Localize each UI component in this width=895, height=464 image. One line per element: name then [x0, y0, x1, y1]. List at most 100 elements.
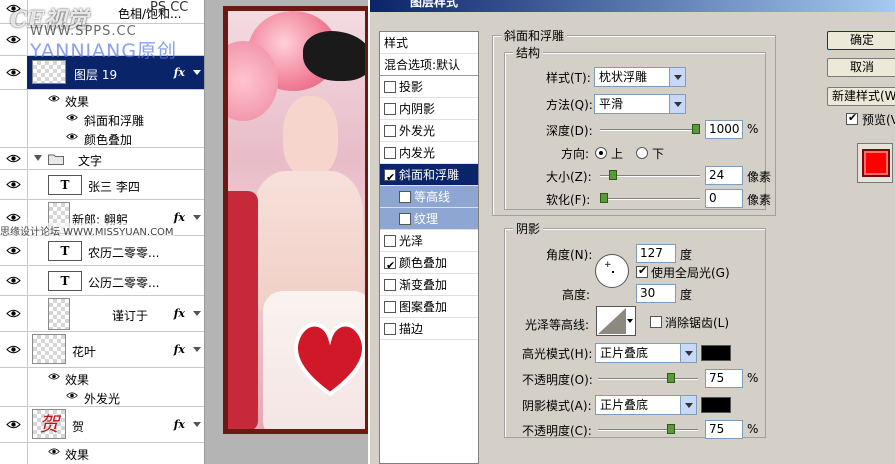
document-canvas[interactable] [205, 0, 370, 464]
expand-arrow-icon[interactable] [193, 70, 201, 75]
technique-select[interactable]: 平滑 [594, 94, 686, 114]
effect-outer-glow-row[interactable]: 外发光 [0, 387, 204, 407]
highlight-color-swatch[interactable] [701, 345, 731, 361]
dropdown-arrow-icon[interactable] [669, 95, 685, 113]
eye-icon[interactable] [66, 132, 78, 141]
eye-icon[interactable] [6, 308, 21, 319]
fx-icon[interactable]: fx [174, 66, 185, 79]
ok-button[interactable]: 确定 [827, 31, 895, 50]
layer-row-invite[interactable]: 谨订于 fx [0, 296, 204, 332]
layer-row-lunar[interactable]: T 农历二零零... [0, 236, 204, 266]
checkbox[interactable] [384, 301, 396, 313]
checkbox-checked[interactable]: ✔ [384, 257, 396, 272]
eye-icon[interactable] [48, 447, 60, 456]
bevel-style-select[interactable]: 枕状浮雕 [594, 67, 686, 87]
expand-arrow-icon[interactable] [193, 347, 201, 352]
direction-down-radio[interactable] [636, 147, 648, 159]
eye-icon[interactable] [6, 67, 21, 78]
size-slider-thumb[interactable] [609, 170, 617, 180]
style-item-satin[interactable]: 光泽 [380, 230, 478, 252]
eye-icon[interactable] [6, 34, 21, 45]
checkbox-checked[interactable]: ✔ [384, 169, 396, 184]
effects-row[interactable]: 效果 [0, 443, 204, 464]
shadow-opacity-input[interactable]: 75 [705, 420, 743, 439]
styles-header[interactable]: 样式 [380, 32, 478, 54]
style-item-texture[interactable]: 纹理 [380, 208, 478, 230]
size-input[interactable]: 24 [705, 166, 743, 185]
style-item-outer-glow[interactable]: 外发光 [380, 120, 478, 142]
altitude-input[interactable]: 30 [636, 284, 676, 303]
eye-icon[interactable] [48, 372, 60, 381]
expand-arrow-icon[interactable] [193, 215, 201, 220]
soften-input[interactable]: 0 [705, 189, 743, 208]
shadow-opacity-thumb[interactable] [667, 424, 675, 434]
checkbox[interactable] [384, 235, 396, 247]
highlight-mode-select[interactable]: 正片叠底 [595, 343, 697, 363]
checkbox[interactable] [384, 279, 396, 291]
eye-icon[interactable] [66, 113, 78, 122]
fx-icon[interactable]: fx [174, 418, 185, 431]
eye-icon[interactable] [66, 391, 78, 400]
eye-icon[interactable] [6, 153, 21, 164]
preview-checkbox[interactable]: ✔ [846, 111, 858, 125]
effect-bevel-row[interactable]: 斜面和浮雕 [0, 109, 204, 128]
expand-arrow-icon[interactable] [193, 311, 201, 316]
group-row-text[interactable]: 文字 [0, 148, 204, 170]
shadow-mode-select[interactable]: 正片叠底 [595, 395, 697, 415]
style-item-drop-shadow[interactable]: 投影 [380, 76, 478, 98]
dropdown-arrow-icon[interactable] [669, 68, 685, 86]
eye-icon[interactable] [6, 419, 21, 430]
eye-icon[interactable] [6, 245, 21, 256]
checkbox[interactable] [384, 125, 396, 137]
layer-row-gregorian[interactable]: T 公历二零零... [0, 266, 204, 296]
layer-row-names[interactable]: T 张三 李四 [0, 170, 204, 200]
angle-input[interactable]: 127 [636, 244, 676, 263]
antialias-checkbox[interactable] [650, 316, 662, 328]
global-light-checkbox[interactable]: ✔ [636, 264, 648, 278]
highlight-opacity-slider[interactable] [598, 378, 698, 380]
effect-color-overlay-row[interactable]: 颜色叠加 [0, 128, 204, 148]
checkbox[interactable] [399, 213, 411, 225]
depth-input[interactable]: 1000 [705, 120, 743, 139]
style-item-color-overlay[interactable]: ✔ 颜色叠加 [380, 252, 478, 274]
dropdown-arrow-icon[interactable] [680, 396, 696, 414]
depth-slider-thumb[interactable] [692, 124, 700, 134]
effects-row[interactable]: 效果 [0, 368, 204, 387]
soften-slider-thumb[interactable] [600, 193, 608, 203]
style-item-stroke[interactable]: 描边 [380, 318, 478, 340]
layer-row-he[interactable]: 贺 贺 fx [0, 407, 204, 443]
eye-icon[interactable] [6, 344, 21, 355]
eye-icon[interactable] [6, 275, 21, 286]
cancel-button[interactable]: 取消 [827, 58, 895, 77]
style-item-contour[interactable]: 等高线 [380, 186, 478, 208]
style-item-bevel-emboss[interactable]: ✔ 斜面和浮雕 [380, 164, 478, 186]
eye-icon[interactable] [6, 179, 21, 190]
fx-icon[interactable]: fx [174, 343, 185, 356]
highlight-opacity-input[interactable]: 75 [705, 369, 743, 388]
dropdown-arrow-icon[interactable] [680, 344, 696, 362]
checkbox[interactable] [384, 147, 396, 159]
new-style-button[interactable]: 新建样式(W)... [827, 87, 895, 106]
style-item-inner-shadow[interactable]: 内阴影 [380, 98, 478, 120]
style-item-pattern-overlay[interactable]: 图案叠加 [380, 296, 478, 318]
style-item-gradient-overlay[interactable]: 渐变叠加 [380, 274, 478, 296]
shadow-opacity-slider[interactable] [598, 429, 698, 431]
dialog-titlebar[interactable]: 图层样式 [370, 0, 895, 12]
dropdown-arrow-icon[interactable] [627, 319, 633, 323]
collapse-arrow-icon[interactable] [34, 155, 42, 161]
shadow-color-swatch[interactable] [701, 397, 731, 413]
fx-icon[interactable]: fx [174, 211, 185, 224]
effects-row[interactable]: 效果 [0, 90, 204, 109]
style-item-inner-glow[interactable]: 内发光 [380, 142, 478, 164]
fx-icon[interactable]: fx [174, 307, 185, 320]
highlight-opacity-thumb[interactable] [667, 373, 675, 383]
depth-slider[interactable] [600, 129, 700, 131]
direction-up-radio[interactable] [595, 147, 607, 159]
checkbox[interactable] [384, 323, 396, 335]
layer-row-leaves[interactable]: 花叶 fx [0, 332, 204, 368]
soften-slider[interactable] [600, 198, 700, 200]
gloss-contour-picker[interactable] [596, 306, 636, 336]
checkbox[interactable] [384, 81, 396, 93]
eye-icon[interactable] [48, 94, 60, 103]
checkbox[interactable] [384, 103, 396, 115]
